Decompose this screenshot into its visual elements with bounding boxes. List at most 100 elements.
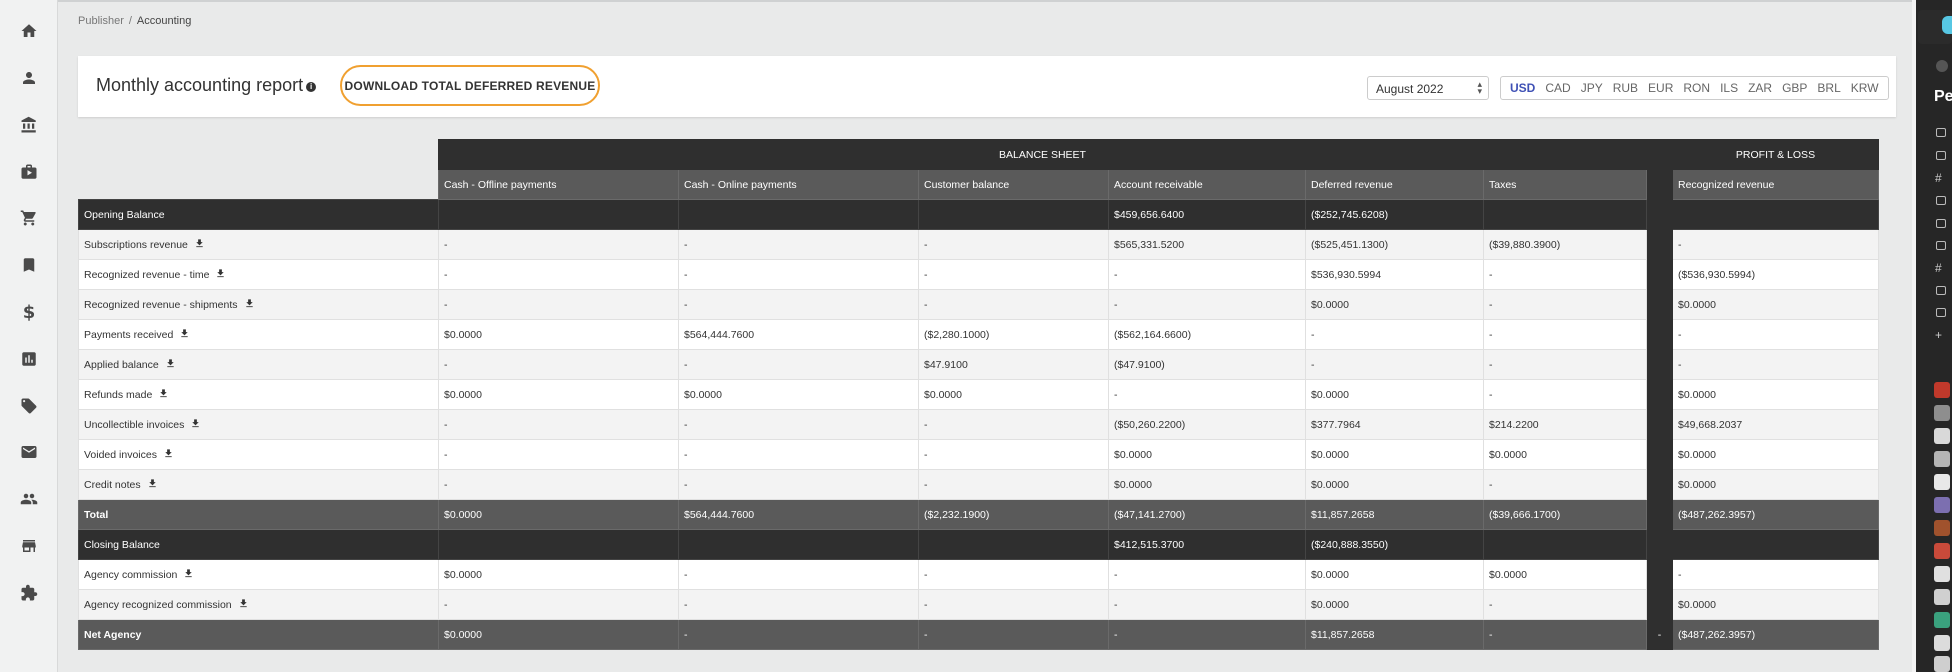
hash-icon[interactable]: # [1935, 261, 1942, 275]
lock-icon[interactable] [1936, 196, 1946, 205]
avatar[interactable] [1934, 497, 1950, 513]
row-label: Subscriptions revenue [78, 229, 439, 260]
hash-icon[interactable]: # [1935, 171, 1942, 185]
currency-option-eur[interactable]: EUR [1643, 81, 1678, 95]
row-label-text: Total [84, 508, 109, 521]
table-cell: ($47,141.2700) [1108, 499, 1306, 530]
row-label-text: Opening Balance [84, 208, 165, 221]
currency-option-ils[interactable]: ILS [1715, 81, 1743, 95]
bookmark-icon[interactable] [19, 255, 39, 275]
table-cell: - [918, 559, 1109, 590]
table-row: Recognized revenue - time - - - - $536,930.59… [78, 259, 1879, 290]
table-cell [1672, 199, 1879, 230]
avatar[interactable] [1934, 451, 1950, 467]
row-label: Uncollectible invoices [78, 409, 439, 440]
row-label: Payments received [78, 319, 439, 350]
bank-icon[interactable] [19, 115, 39, 135]
avatar[interactable] [1934, 635, 1950, 651]
table-row: Opening Balance $459,656.6400 ($252,745.62… [78, 199, 1879, 230]
table-cell: - [1483, 379, 1647, 410]
lock-icon[interactable] [1936, 219, 1946, 228]
table-cell: ($240,888.3550) [1305, 529, 1484, 560]
dollar-icon[interactable]: $ [19, 302, 39, 323]
table-row: Recognized revenue - shipments - - - - $0.000… [78, 289, 1879, 320]
currency-option-ron[interactable]: RON [1678, 81, 1715, 95]
table-cell [678, 529, 919, 560]
table-cell: $214.2200 [1483, 409, 1647, 440]
avatar[interactable] [1934, 405, 1950, 421]
download-icon[interactable] [238, 598, 249, 609]
table-cell: - [918, 289, 1109, 320]
row-label: Total [78, 499, 439, 530]
lock-icon[interactable] [1936, 241, 1946, 250]
currency-option-zar[interactable]: ZAR [1743, 81, 1777, 95]
breadcrumb-publisher[interactable]: Publisher [78, 15, 124, 27]
table-cell [1672, 529, 1879, 560]
avatar[interactable] [1934, 543, 1950, 559]
month-select[interactable]: August 2022 ▴ ▾ [1367, 76, 1489, 100]
lock-icon[interactable] [1936, 308, 1946, 317]
table-cell: $0.0000 [1672, 379, 1879, 410]
profit-loss-header: PROFIT & LOSS [1672, 139, 1879, 170]
table-cell: ($487,262.3957) [1672, 499, 1879, 530]
currency-option-rub[interactable]: RUB [1608, 81, 1643, 95]
row-label: Agency recognized commission [78, 589, 439, 620]
currency-option-brl[interactable]: BRL [1812, 81, 1845, 95]
table-cell: - [438, 439, 679, 470]
lock-icon[interactable] [1936, 151, 1946, 160]
table-cell: - [1483, 349, 1647, 380]
person-icon[interactable] [19, 68, 39, 88]
table-cell [1483, 199, 1647, 230]
download-icon[interactable] [190, 418, 201, 429]
avatar[interactable] [1934, 474, 1950, 490]
ticket-icon[interactable] [19, 396, 39, 416]
home-icon[interactable] [19, 21, 39, 41]
avatar[interactable] [1934, 612, 1950, 628]
avatar[interactable] [1934, 566, 1950, 582]
add-icon[interactable]: + [1935, 328, 1942, 342]
cart-icon[interactable] [19, 208, 39, 228]
lock-icon[interactable] [1936, 128, 1946, 137]
table-cell: - [1108, 259, 1306, 290]
download-icon[interactable] [165, 358, 176, 369]
table-cell: - [1108, 619, 1306, 650]
row-label-text: Refunds made [84, 389, 153, 401]
avatar[interactable] [1934, 656, 1950, 672]
download-icon[interactable] [194, 238, 205, 249]
currency-option-gbp[interactable]: GBP [1777, 81, 1812, 95]
download-icon[interactable] [147, 478, 158, 489]
download-icon[interactable] [183, 568, 194, 579]
currency-option-krw[interactable]: KRW [1846, 81, 1884, 95]
lock-icon[interactable] [1936, 286, 1946, 295]
download-icon[interactable] [244, 298, 255, 309]
avatar[interactable] [1934, 428, 1950, 444]
section-gap: - [1646, 619, 1673, 650]
table-cell: $0.0000 [438, 559, 679, 590]
puzzle-icon[interactable] [19, 583, 39, 603]
avatar[interactable] [1934, 520, 1950, 536]
table-cell: $0.0000 [1483, 439, 1647, 470]
avatar[interactable] [1934, 589, 1950, 605]
chart-icon[interactable] [19, 349, 39, 369]
people-icon[interactable] [19, 489, 39, 509]
left-sidebar: $ [0, 0, 58, 672]
row-label-text: Net Agency [84, 628, 142, 641]
download-icon[interactable] [158, 388, 169, 399]
avatar[interactable] [1934, 382, 1950, 398]
briefcase-icon[interactable] [19, 162, 39, 182]
section-gap [1646, 139, 1673, 170]
info-icon[interactable]: i [306, 82, 317, 92]
download-icon[interactable] [179, 328, 190, 339]
download-icon[interactable] [163, 448, 174, 459]
download-deferred-revenue-button[interactable]: DOWNLOAD TOTAL DEFERRED REVENUE [340, 65, 600, 106]
store-icon[interactable] [19, 536, 39, 556]
currency-option-cad[interactable]: CAD [1540, 81, 1575, 95]
table-row: Credit notes - - - $0.0000 $0.0000- $0.0000 [78, 469, 1879, 500]
currency-option-usd[interactable]: USD [1505, 81, 1540, 95]
column-header: Customer balance [918, 169, 1109, 200]
table-row: Payments received $0.0000 $564,444.7600 ($2… [78, 319, 1879, 350]
download-icon[interactable] [215, 268, 226, 279]
currency-option-jpy[interactable]: JPY [1576, 81, 1608, 95]
mail-icon[interactable] [19, 442, 39, 462]
table-cell: - [1108, 289, 1306, 320]
